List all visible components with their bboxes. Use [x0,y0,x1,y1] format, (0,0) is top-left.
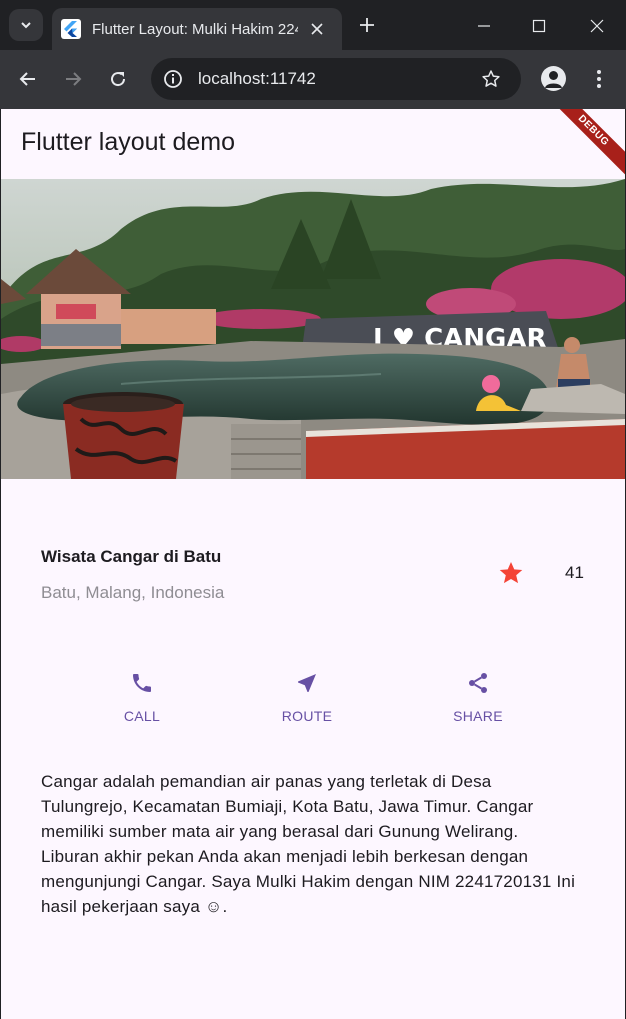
close-icon [590,19,604,33]
near-me-icon [293,669,321,697]
more-menu-icon[interactable] [587,67,611,91]
rating-count: 41 [565,563,584,582]
route-label: ROUTE [281,708,333,724]
site-info-icon[interactable] [161,67,185,91]
profile-avatar-icon[interactable] [541,66,566,91]
description-text: Cangar adalah pemandian air panas yang t… [41,772,576,916]
call-label: CALL [123,708,161,724]
hero-image: I ♥ CANGAR [1,179,625,479]
share-icon [464,669,492,697]
reload-button[interactable] [106,67,130,91]
flutter-icon [61,19,81,39]
tab-title: Flutter Layout: Mulki Hakim 224 [92,20,298,38]
route-button[interactable]: ROUTE [257,669,357,724]
forward-button[interactable] [61,67,85,91]
reload-icon [111,72,126,87]
call-button[interactable]: CALL [92,669,192,724]
maximize-button[interactable] [527,14,551,38]
minimize-icon [478,25,490,27]
new-tab-button[interactable] [355,13,379,37]
chevron-down-icon [21,22,31,29]
star-icon[interactable] [498,560,524,586]
page-title: Flutter layout demo [21,128,235,156]
app-viewport: Flutter layout demo DEBUG I ♥ CANGAR Wis… [1,109,625,1019]
window-close-button[interactable] [585,14,609,38]
bookmark-star-icon[interactable] [479,67,503,91]
back-button[interactable] [16,67,40,91]
browser-toolbar: localhost:11742 [0,50,626,109]
plus-icon [360,18,374,32]
minimize-button[interactable] [472,14,496,38]
arrow-left-icon [19,72,35,86]
arrow-right-icon [66,72,82,86]
browser-tab[interactable]: Flutter Layout: Mulki Hakim 224 [52,8,342,50]
title-section: Wisata Cangar di Batu Batu, Malang, Indo… [41,541,586,611]
phone-icon [128,669,156,697]
browser-tab-strip: Flutter Layout: Mulki Hakim 224 [0,0,626,50]
maximize-icon [532,19,546,33]
tab-search-button[interactable] [9,9,43,41]
address-bar[interactable]: localhost:11742 [151,58,521,100]
app-bar: Flutter layout demo [1,109,625,179]
share-button[interactable]: SHARE [428,669,528,724]
action-buttons-row: CALL ROUTE SHARE [1,669,625,739]
place-location: Batu, Malang, Indonesia [41,583,225,602]
share-label: SHARE [453,708,503,724]
close-icon[interactable] [308,20,326,38]
place-name: Wisata Cangar di Batu [41,547,222,566]
url-text[interactable]: localhost:11742 [198,69,316,89]
